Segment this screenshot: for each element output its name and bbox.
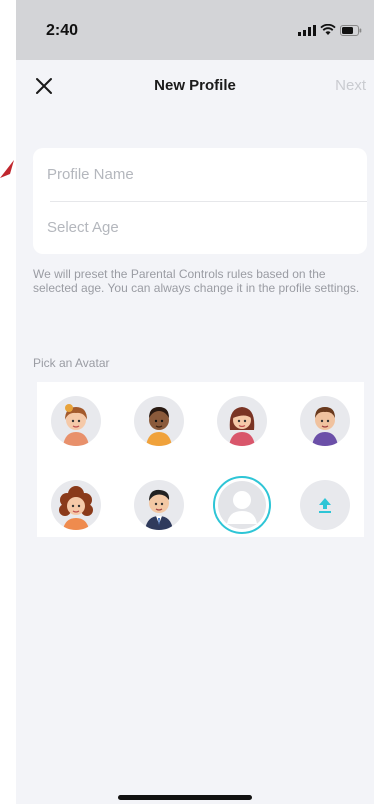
status-time: 2:40 — [46, 22, 79, 39]
girl-blonde-bun-avatar-icon[interactable] — [51, 396, 101, 446]
default-silhouette-avatar-icon[interactable] — [213, 476, 271, 534]
next-button[interactable]: Next — [335, 77, 366, 94]
page-title: New Profile — [154, 77, 236, 94]
profile-name-field — [33, 148, 367, 201]
helper-text: We will preset the Parental Controls rul… — [33, 267, 360, 295]
signal-icon — [298, 24, 316, 36]
girl-curly-hair-avatar-icon[interactable] — [51, 480, 101, 530]
annotation-arrow-icon — [0, 160, 14, 178]
girl-brown-hair-avatar-icon[interactable] — [217, 396, 267, 446]
status-icons — [298, 24, 362, 36]
page-margin — [0, 0, 16, 804]
man-suit-avatar-icon[interactable] — [134, 480, 184, 530]
pick-avatar-label: Pick an Avatar — [33, 356, 110, 370]
boy-purple-shirt-avatar-icon[interactable] — [300, 396, 350, 446]
profile-name-input[interactable] — [47, 148, 347, 201]
status-bar: 2:40 — [16, 0, 374, 60]
new-profile-sheet: New Profile Next We will preset the Pare… — [16, 60, 374, 804]
upload-icon — [319, 498, 331, 513]
upload-avatar-button[interactable] — [300, 480, 350, 530]
wifi-icon — [320, 24, 336, 35]
profile-form-card — [33, 148, 367, 254]
nav-bar: New Profile Next — [16, 60, 374, 112]
avatar-grid — [37, 382, 364, 537]
boy-dark-skin-avatar-icon[interactable] — [134, 396, 184, 446]
battery-icon — [340, 24, 362, 36]
select-age-input[interactable] — [47, 201, 347, 254]
phone-screen: 2:40 New Profile Next Profile Name Selec… — [16, 0, 374, 804]
screen: 2:40 New Profile Next Profile Name Selec… — [0, 0, 374, 804]
select-age-field — [33, 201, 367, 254]
home-indicator — [118, 795, 252, 800]
